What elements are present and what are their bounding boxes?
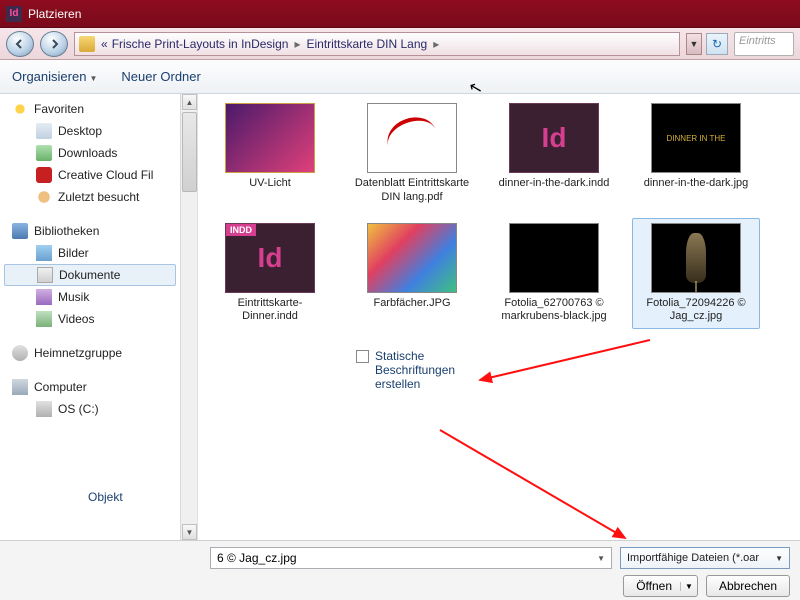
arrow-left-icon bbox=[14, 38, 26, 50]
jpg-thumb bbox=[651, 223, 741, 293]
scroll-up-button[interactable]: ▲ bbox=[182, 94, 197, 110]
chevron-right-icon: ▸ bbox=[294, 37, 300, 51]
static-captions-checkbox[interactable] bbox=[356, 350, 369, 363]
chevron-right-icon: ▸ bbox=[433, 37, 439, 51]
sidebar-homegroup[interactable]: Heimnetzgruppe bbox=[0, 342, 180, 364]
open-button[interactable]: Öffnen ▼ bbox=[623, 575, 698, 597]
sidebar-favorites[interactable]: Favoriten bbox=[0, 98, 180, 120]
cancel-button[interactable]: Abbrechen bbox=[706, 575, 790, 597]
file-label: Datenblatt Eintrittskarte DIN lang.pdf bbox=[353, 177, 471, 205]
sidebar-libraries[interactable]: Bibliotheken bbox=[0, 220, 180, 242]
file-grid: UV-Licht Datenblatt Eintrittskarte DIN l… bbox=[206, 98, 792, 329]
filename-input[interactable]: 6 © Jag_cz.jpg ▼ bbox=[210, 547, 612, 569]
breadcrumb[interactable]: « Frische Print-Layouts in InDesign ▸ Ei… bbox=[74, 32, 680, 56]
filetype-filter[interactable]: Importfähige Dateien (*.oar ▼ bbox=[620, 547, 790, 569]
breadcrumb-part-0[interactable]: Frische Print-Layouts in InDesign bbox=[112, 37, 289, 51]
indd-icon: Id bbox=[542, 122, 567, 154]
file-item[interactable]: Datenblatt Eintrittskarte DIN lang.pdf bbox=[348, 98, 476, 210]
file-item[interactable]: Id dinner-in-the-dark.indd bbox=[490, 98, 618, 210]
sidebar-scrollbar[interactable]: ▲ ▼ bbox=[180, 94, 197, 540]
new-folder-button[interactable]: Neuer Ordner bbox=[121, 69, 200, 84]
file-label: UV-Licht bbox=[249, 177, 291, 191]
file-label: Farbfächer.JPG bbox=[373, 297, 450, 311]
chevron-down-icon[interactable]: ▼ bbox=[680, 582, 693, 591]
indd-badge: INDD bbox=[226, 224, 256, 236]
folder-thumb bbox=[225, 103, 315, 173]
indd-thumb: INDD Id bbox=[225, 223, 315, 293]
library-icon bbox=[12, 223, 28, 239]
clock-icon bbox=[36, 189, 52, 205]
jpg-thumb: DINNER IN THE bbox=[651, 103, 741, 173]
file-item[interactable]: Fotolia_62700763 © markrubens-black.jpg bbox=[490, 218, 618, 330]
history-dropdown[interactable]: ▼ bbox=[686, 33, 702, 55]
jpg-thumb bbox=[367, 223, 457, 293]
back-button[interactable] bbox=[6, 31, 34, 57]
toolbar: Organisieren▼ Neuer Ordner bbox=[0, 60, 800, 94]
sidebar-item-videos[interactable]: Videos bbox=[0, 308, 180, 330]
bottom-bar: 6 © Jag_cz.jpg ▼ Importfähige Dateien (*… bbox=[0, 540, 800, 600]
file-label: Eintrittskarte-Dinner.indd bbox=[211, 297, 329, 325]
file-pane[interactable]: UV-Licht Datenblatt Eintrittskarte DIN l… bbox=[198, 94, 800, 540]
organize-menu[interactable]: Organisieren▼ bbox=[12, 69, 97, 84]
file-item[interactable]: Farbfächer.JPG bbox=[348, 218, 476, 330]
desktop-icon bbox=[36, 123, 52, 139]
star-icon bbox=[12, 101, 28, 117]
chevron-down-icon[interactable]: ▼ bbox=[597, 554, 605, 563]
documents-icon bbox=[37, 267, 53, 283]
file-item[interactable]: INDD Id Eintrittskarte-Dinner.indd bbox=[206, 218, 334, 330]
sidebar-item-creativecloud[interactable]: Creative Cloud Fil bbox=[0, 164, 180, 186]
sidebar-item-osdrive[interactable]: OS (C:) bbox=[0, 398, 180, 420]
pdf-thumb bbox=[367, 103, 457, 173]
sidebar-item-pictures[interactable]: Bilder bbox=[0, 242, 180, 264]
static-captions-label: Statische Beschriftungen erstellen bbox=[375, 349, 485, 391]
scroll-down-button[interactable]: ▼ bbox=[182, 524, 197, 540]
file-label: dinner-in-the-dark.jpg bbox=[644, 177, 749, 191]
search-input[interactable]: Eintritts bbox=[734, 32, 794, 56]
file-item[interactable]: DINNER IN THE dinner-in-the-dark.jpg bbox=[632, 98, 760, 210]
window-title: Platzieren bbox=[28, 7, 81, 21]
pictures-icon bbox=[36, 245, 52, 261]
file-item[interactable]: UV-Licht bbox=[206, 98, 334, 210]
download-icon bbox=[36, 145, 52, 161]
chevron-down-icon: ▼ bbox=[89, 74, 97, 83]
jpg-thumb bbox=[509, 223, 599, 293]
file-item-selected[interactable]: Fotolia_72094226 © Jag_cz.jpg bbox=[632, 218, 760, 330]
indd-icon: Id bbox=[258, 242, 283, 274]
scroll-thumb[interactable] bbox=[182, 112, 197, 192]
sidebar-item-desktop[interactable]: Desktop bbox=[0, 120, 180, 142]
titlebar: Id Platzieren bbox=[0, 0, 800, 28]
forward-button[interactable] bbox=[40, 31, 68, 57]
videos-icon bbox=[36, 311, 52, 327]
pdf-icon bbox=[382, 111, 443, 166]
sidebar-item-documents[interactable]: Dokumente bbox=[4, 264, 176, 286]
sidebar-item-recent[interactable]: Zuletzt besucht bbox=[0, 186, 180, 208]
file-label: dinner-in-the-dark.indd bbox=[499, 177, 610, 191]
file-label: Fotolia_62700763 © markrubens-black.jpg bbox=[495, 297, 613, 325]
chevron-down-icon: ▼ bbox=[775, 554, 783, 563]
creative-cloud-icon bbox=[36, 167, 52, 183]
app-icon: Id bbox=[6, 6, 22, 22]
sidebar-item-downloads[interactable]: Downloads bbox=[0, 142, 180, 164]
folder-icon bbox=[79, 36, 95, 52]
arrow-right-icon bbox=[48, 38, 60, 50]
options-row: Statische Beschriftungen erstellen bbox=[206, 341, 792, 395]
sidebar: Favoriten Desktop Downloads Creative Clo… bbox=[0, 94, 198, 540]
main-area: Favoriten Desktop Downloads Creative Clo… bbox=[0, 94, 800, 540]
objekt-label: Objekt bbox=[88, 490, 123, 504]
breadcrumb-part-1[interactable]: Eintrittskarte DIN Lang bbox=[306, 37, 427, 51]
indd-thumb: Id bbox=[509, 103, 599, 173]
sidebar-item-music[interactable]: Musik bbox=[0, 286, 180, 308]
breadcrumb-prefix: « bbox=[101, 37, 108, 51]
file-label: Fotolia_72094226 © Jag_cz.jpg bbox=[637, 297, 755, 325]
refresh-button[interactable]: ↻ bbox=[706, 33, 728, 55]
nav-row: « Frische Print-Layouts in InDesign ▸ Ei… bbox=[0, 28, 800, 60]
disk-icon bbox=[36, 401, 52, 417]
sidebar-computer[interactable]: Computer bbox=[0, 376, 180, 398]
music-icon bbox=[36, 289, 52, 305]
homegroup-icon bbox=[12, 345, 28, 361]
computer-icon bbox=[12, 379, 28, 395]
